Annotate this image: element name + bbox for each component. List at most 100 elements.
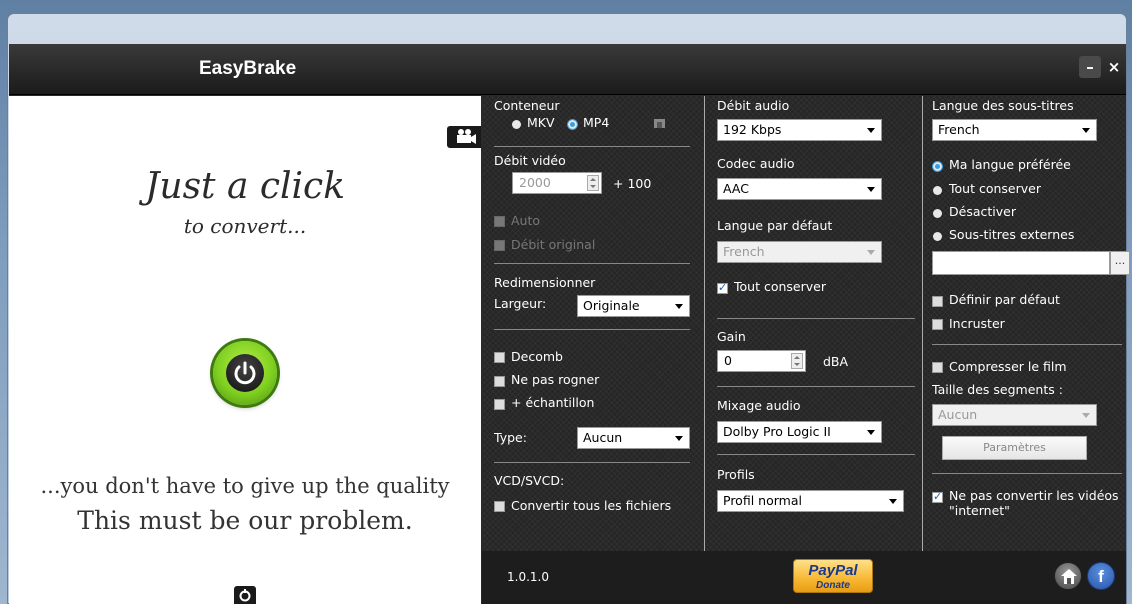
radio-preferred-language-label: Ma langue préférée [949,157,1071,172]
radio-mp4[interactable] [567,119,578,130]
divider [494,263,690,264]
video-bitrate-label: Débit vidéo [494,153,566,168]
spinner-arrows-icon[interactable] [791,353,803,369]
divider [494,146,690,147]
browse-subs-button[interactable]: ... [1110,251,1130,275]
radio-mkv-label: MKV [527,115,555,130]
divider [494,329,690,330]
audio-settings-column: Débit audio 192 Kbps Codec audio AAC Lan… [704,96,916,551]
slogan-quality: ...you don't have to give up the quality [40,474,450,498]
drop-icon[interactable] [234,586,256,604]
video-bitrate-value: 2000 [519,175,551,190]
profile-select[interactable]: Profil normal [717,490,904,512]
minimize-button[interactable]: – [1079,56,1101,78]
left-panel: Just a click to convert... ...you don't … [9,96,481,604]
type-select[interactable]: Aucun [577,427,690,449]
burn-in-checkbox[interactable] [932,319,943,330]
radio-mp4-label: MP4 [583,115,610,130]
no-convert-internet-label: Ne pas convertir les vidéos "internet" [949,488,1119,518]
compress-label: Compresser le film [949,359,1067,374]
paypal-word: PayPal [808,562,858,579]
audio-codec-select[interactable]: AAC [717,178,882,200]
compress-checkbox[interactable] [932,362,943,373]
audio-codec-label: Codec audio [717,156,795,171]
mixdown-select[interactable]: Dolby Pro Logic II [717,421,882,443]
slogan-subheading: to convert... [183,214,307,238]
profile-value: Profil normal [723,493,802,508]
default-lang-select[interactable]: French [717,241,882,263]
power-icon [226,354,264,392]
facebook-icon[interactable]: f [1087,562,1115,590]
home-small-icon[interactable] [653,117,666,132]
external-subs-field[interactable] [932,251,1110,275]
width-select-value: Originale [583,298,640,313]
decomb-checkbox[interactable] [494,352,505,363]
audio-bitrate-select[interactable]: 192 Kbps [717,119,882,141]
paypal-donate-button[interactable]: PayPal Donate [793,559,873,593]
divider [932,473,1122,474]
gain-unit: dBA [823,354,849,369]
close-button[interactable]: × [1103,56,1125,78]
paypal-donate-label: Donate [816,580,850,591]
container-label: Conteneur [494,98,560,113]
chevron-down-icon [867,187,875,192]
radio-mkv[interactable] [512,120,521,129]
default-lang-label: Langue par défaut [717,218,833,233]
auto-checkbox[interactable] [494,216,505,227]
no-crop-checkbox[interactable] [494,376,505,387]
radio-keep-all-subs[interactable] [933,186,942,195]
set-default-checkbox[interactable] [932,296,943,307]
audio-codec-value: AAC [723,181,749,196]
radio-external-subs[interactable] [933,232,942,241]
convert-all-label: Convertir tous les fichiers [511,498,672,513]
sample-label: + échantillon [511,395,595,410]
convert-power-button[interactable] [213,341,277,405]
burn-in-label: Incruster [949,316,1005,331]
vcd-label: VCD/SVCD: [494,473,565,488]
footer-bar: 1.0.1.0 PayPal Donate f [482,551,1126,604]
divider [494,462,690,463]
width-select[interactable]: Originale [577,295,690,317]
video-bitrate-spinner[interactable]: 2000 [512,172,602,194]
audio-bitrate-label: Débit audio [717,98,790,113]
segment-size-select[interactable]: Aucun [932,404,1097,426]
slogan-heading: Just a click [144,166,346,207]
chevron-down-icon [675,304,683,309]
segment-size-value: Aucun [938,407,978,422]
chevron-down-icon [1082,128,1090,133]
keep-all-audio-checkbox[interactable] [717,281,728,294]
camera-icon[interactable] [447,126,481,148]
original-bitrate-checkbox[interactable] [494,240,505,251]
home-icon[interactable] [1054,562,1082,590]
set-default-label: Définir par défaut [949,292,1060,307]
divider [932,344,1122,345]
no-crop-label: Ne pas rogner [511,372,600,387]
no-convert-internet-checkbox[interactable] [932,490,943,503]
radio-external-subs-label: Sous-titres externes [949,227,1075,242]
chevron-down-icon [867,250,875,255]
chevron-down-icon [889,499,897,504]
chevron-down-icon [867,128,875,133]
radio-preferred-language[interactable] [932,161,943,172]
radio-disable-subs[interactable] [933,209,942,218]
gain-label: Gain [717,329,746,344]
video-settings-column: Conteneur MKV MP4 Débit vidéo 2000 + 100… [482,96,700,551]
chevron-down-icon [867,430,875,435]
parameters-button[interactable]: Paramètres [942,436,1087,460]
decomb-label: Decomb [511,349,563,364]
sub-lang-select[interactable]: French [932,119,1097,141]
version-label: 1.0.1.0 [507,570,549,584]
spinner-arrows-icon[interactable] [587,175,599,191]
auto-label: Auto [511,213,541,228]
subtitle-settings-column: Langue des sous-titres French Ma langue … [922,96,1130,551]
divider [717,454,915,455]
profiles-label: Profils [717,467,755,482]
type-label: Type: [494,430,527,445]
convert-all-checkbox[interactable] [494,501,505,512]
app-title: EasyBrake [199,58,297,79]
radio-keep-all-subs-label: Tout conserver [949,181,1041,196]
mixdown-value: Dolby Pro Logic II [723,424,831,439]
gain-spinner[interactable]: 0 [717,350,806,372]
sample-checkbox[interactable] [494,399,505,410]
width-label: Largeur: [494,296,547,311]
